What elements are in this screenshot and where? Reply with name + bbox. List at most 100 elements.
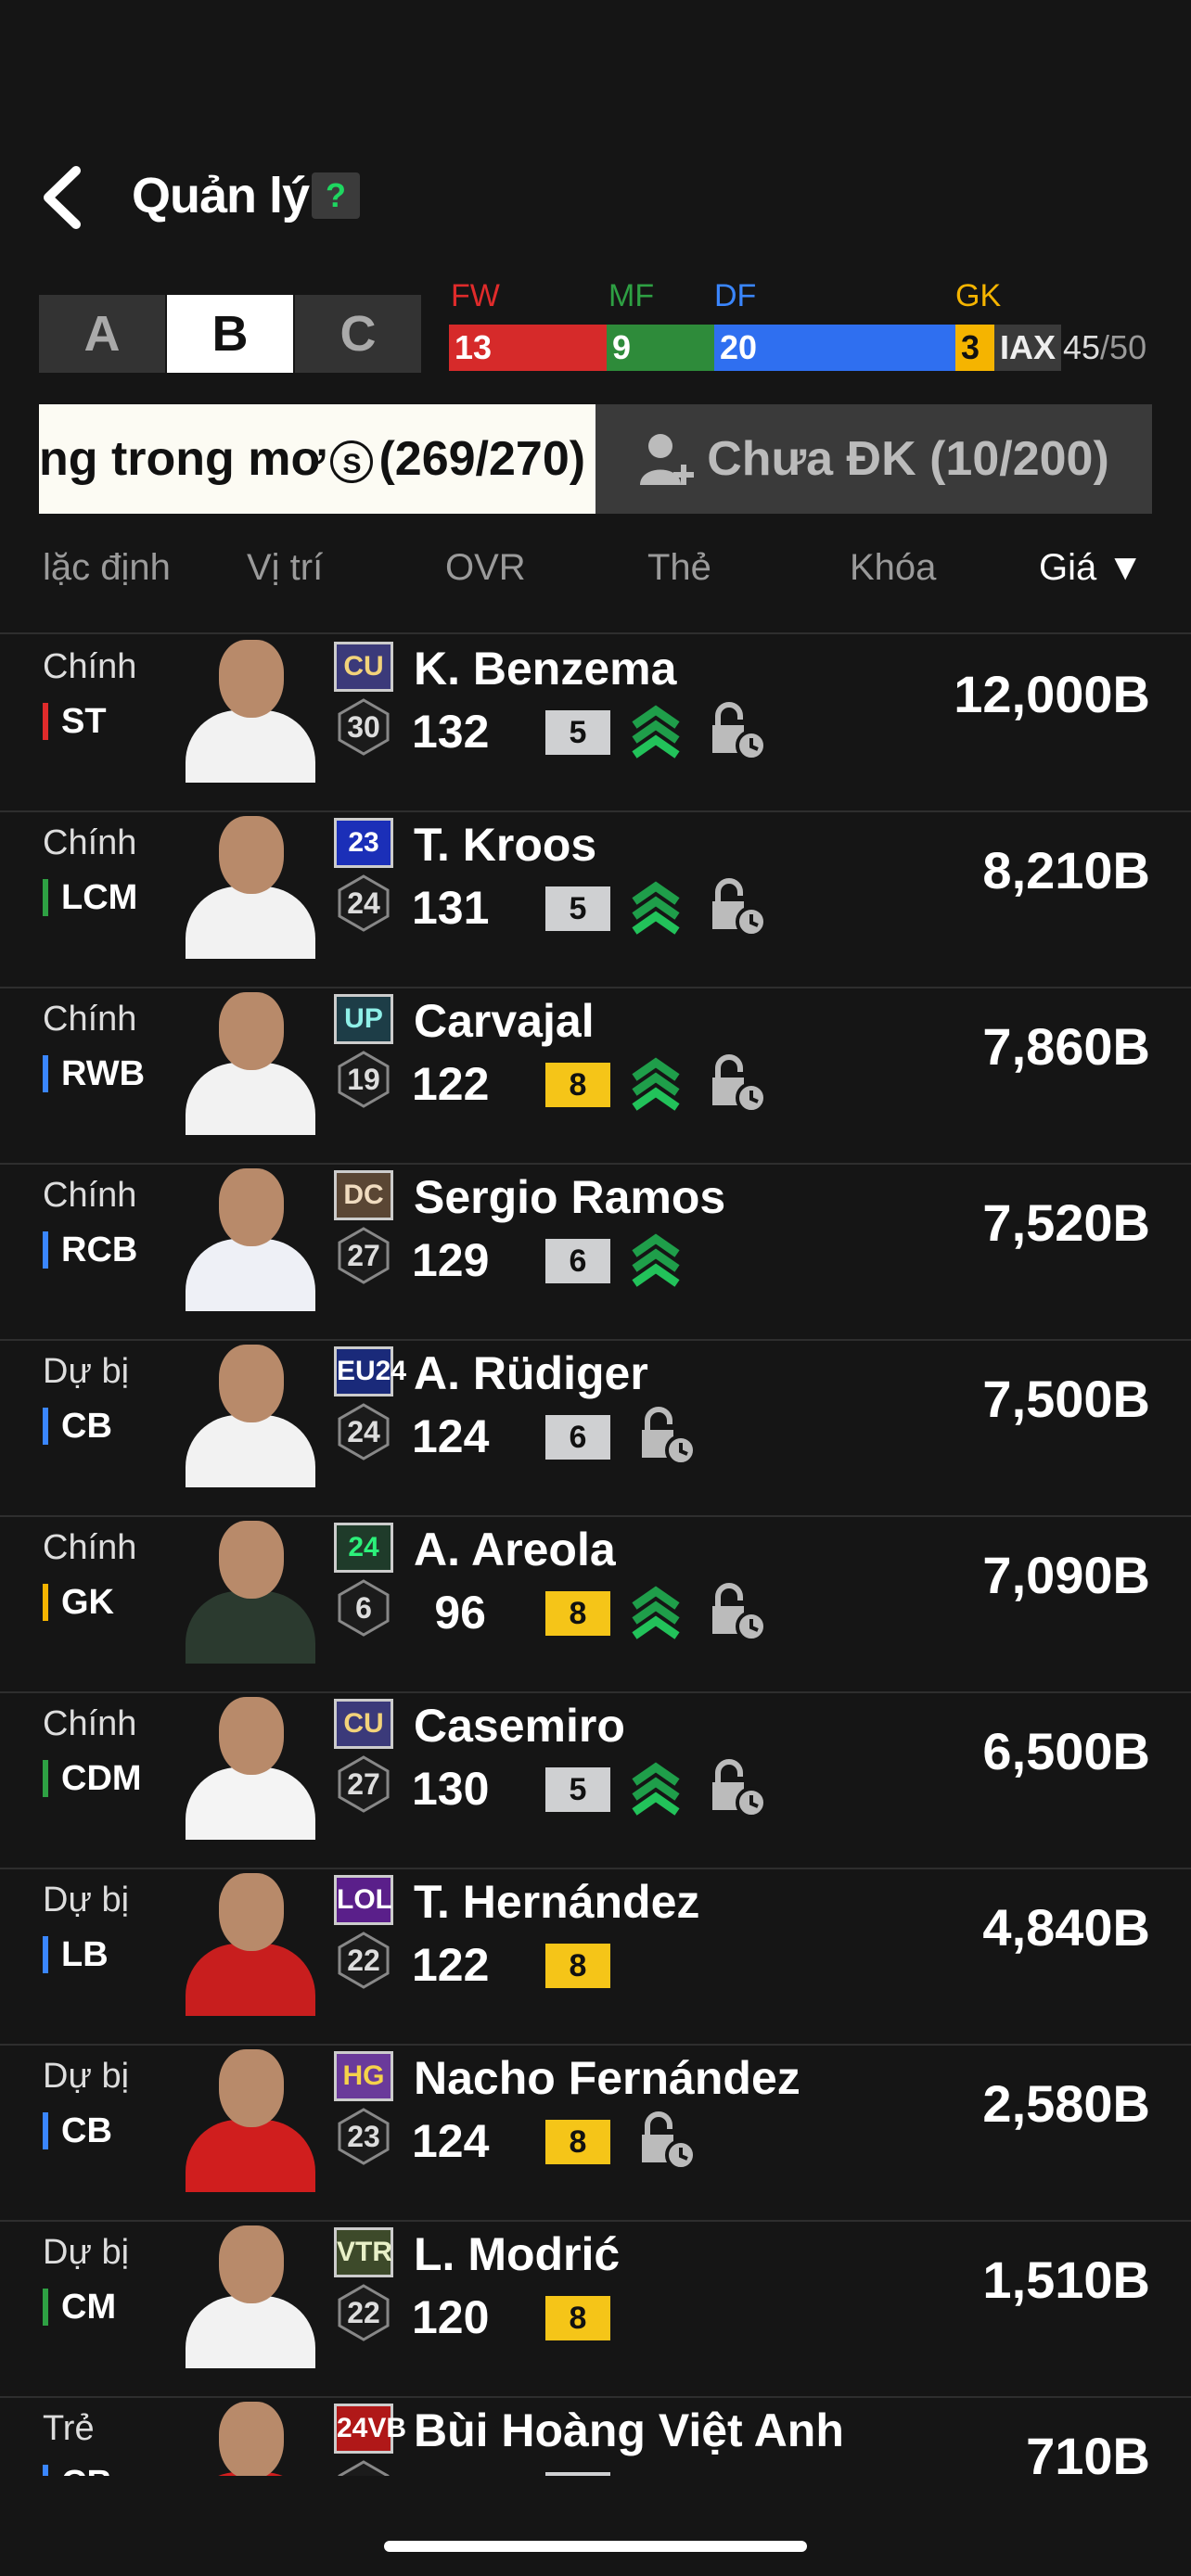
favorite-filter-label: ng trong mơ [39,432,326,486]
player-position: LCM [43,879,137,916]
rank-chevron-icon [632,1586,680,1639]
player-row[interactable]: Dự bị CB EU24 24 A. Rüdiger 124 6 7,500B [0,1339,1191,1517]
player-price: 7,090B [982,1546,1150,1604]
tab-c[interactable]: C [295,295,421,373]
player-position: ST [43,703,107,740]
favorite-filter-count: (269/270) [378,432,586,486]
df-count-bar: 20 [714,325,955,371]
player-name: Carvajal [414,995,595,1047]
column-card[interactable]: Thẻ [647,547,711,589]
help-button[interactable]: ? [312,172,360,219]
player-list[interactable]: Chính ST CU 30 K. Benzema 132 5 12,000B Chính LCM… [0,634,1191,2476]
player-row[interactable]: Dự bị CB HG 23 Nacho Fernández 124 8 2,580B [0,2044,1191,2222]
column-lock[interactable]: Khóa [850,547,936,589]
column-position[interactable]: Vị trí [247,547,323,589]
unregistered-filter-label: Chưa ĐK (10/200) [707,432,1109,486]
lock-clock-icon[interactable] [709,877,768,937]
player-row[interactable]: Chính RWB UP 19 Carvajal 122 8 7,860B [0,987,1191,1165]
lock-clock-icon[interactable] [709,1053,768,1113]
favorite-filter-button[interactable]: ng trong mơ S (269/270) [39,404,596,514]
column-price-label: Giá [1039,547,1097,588]
level-badge: 24 [334,874,393,933]
player-position: CDM [43,1760,142,1797]
player-photo [173,1339,328,1487]
tab-b[interactable]: B [167,295,293,373]
player-price: 7,520B [982,1193,1150,1252]
player-photo [173,2396,328,2476]
column-default[interactable]: lặc định [43,547,171,589]
player-name: K. Benzema [414,643,677,695]
level-value: 24 [347,886,380,920]
page-title: Quản lý [132,168,310,223]
player-status: Dự bị [43,2057,130,2096]
player-row[interactable]: Chính GK 24 6 A. Areola 96 8 7,090B [0,1515,1191,1693]
level-badge: 24 [334,1402,393,1461]
upgrade-grade-badge: 5 [545,886,610,931]
player-ovr: 129 [412,1234,490,1286]
lock-clock-icon[interactable] [638,2111,698,2170]
player-price: 12,000B [954,665,1150,723]
player-ovr: 122 [412,1939,490,1991]
upgrade-grade-badge: 8 [545,1944,610,1988]
player-row[interactable]: Dự bị CM VTR 22 L. Modrić 120 8 1,510B [0,2220,1191,2398]
lock-clock-icon[interactable] [709,1758,768,1817]
level-badge: 22 [334,2283,393,2342]
season-badge: CU [334,642,393,692]
upgrade-grade-badge: 5 [545,710,610,755]
player-row[interactable]: Chính RCB DC 27 Sergio Ramos 129 6 7,520B [0,1163,1191,1341]
chevron-left-icon [44,166,81,229]
season-badge: CU [334,1699,393,1749]
player-row[interactable]: Chính CDM CU 27 Casemiro 130 5 6,500B [0,1691,1191,1869]
max-label: IAX [994,325,1062,371]
upgrade-grade-badge: 8 [545,1591,610,1636]
unregistered-filter-button[interactable]: Chưa ĐK (10/200) [596,404,1152,514]
season-badge: EU24 [334,1346,406,1396]
tab-a[interactable]: A [39,295,165,373]
rank-chevron-icon [632,881,680,935]
mf-label: MF [608,278,655,313]
level-badge: 27 [334,1226,393,1285]
back-button[interactable] [37,165,93,230]
level-badge: 22 [334,2459,393,2476]
player-position: RCB [43,1231,137,1269]
player-position: GK [43,1584,114,1621]
column-price[interactable]: Giá ▼ [1039,547,1144,589]
level-value: 22 [334,2459,393,2476]
player-price: 7,500B [982,1370,1150,1428]
player-row[interactable]: Trẻ CB 24VB 22 Bùi Hoàng Việt Anh 119 7 710B [0,2396,1191,2476]
level-value: 24 [347,1415,380,1448]
player-photo [173,1515,328,1664]
rank-chevron-icon [632,1233,680,1287]
player-name: T. Kroos [414,819,597,871]
season-badge: HG [334,2051,393,2101]
player-row[interactable]: Dự bị LB LOL 22 T. Hernández 122 8 4,840B [0,1868,1191,2046]
rank-chevron-icon [632,1762,680,1816]
mf-count-bar: 9 [607,325,714,371]
rank-chevron-icon [632,1057,680,1111]
player-photo [173,1163,328,1311]
level-value: 6 [355,1591,372,1625]
lock-clock-icon[interactable] [638,1406,698,1465]
season-badge: LOL [334,1875,393,1925]
player-ovr: 119 [412,2467,487,2476]
level-badge: 27 [334,1754,393,1814]
level-value: 22 [347,1944,380,1977]
player-price: 7,860B [982,1017,1150,1076]
player-ovr: 131 [412,882,490,934]
player-ovr: 124 [412,2115,490,2167]
column-ovr[interactable]: OVR [445,547,526,589]
lock-clock-icon[interactable] [709,701,768,760]
gk-label: GK [955,278,1002,313]
player-row[interactable]: Chính ST CU 30 K. Benzema 132 5 12,000B [0,634,1191,812]
player-status: Chính [43,823,137,862]
player-price: 8,210B [982,841,1150,899]
player-price: 4,840B [982,1898,1150,1957]
player-row[interactable]: Chính LCM 23 24 T. Kroos 131 5 8,210B [0,810,1191,988]
upgrade-grade-badge: 7 [545,2472,610,2476]
upgrade-grade-badge: 6 [545,1415,610,1460]
lock-clock-icon[interactable] [709,1582,768,1641]
player-name: T. Hernández [414,1876,700,1928]
level-value: 27 [347,1767,380,1801]
player-position: CB [43,2465,112,2476]
sort-desc-icon: ▼ [1107,547,1144,588]
